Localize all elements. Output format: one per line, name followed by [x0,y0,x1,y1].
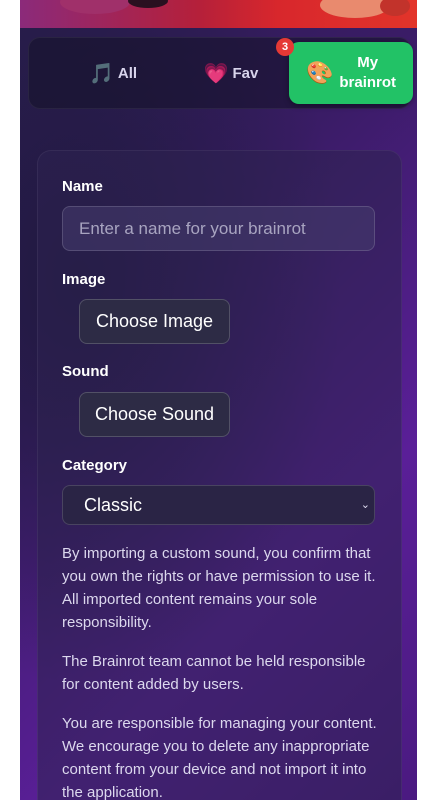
name-label: Name [62,178,103,195]
header-banner-image [20,0,417,28]
my-brainrot-count-badge: 3 [276,38,294,56]
category-select[interactable]: Classic ⌄ [62,485,375,525]
rights-disclaimer-text: By importing a custom sound, you confirm… [62,545,376,631]
category-selected-value: Classic [84,494,143,515]
tab-bar: 🎵 All 💗 Fav 3 🎨 My brainrot [28,37,413,109]
sound-label: Sound [62,363,109,380]
heart-icon: 💗 [203,62,229,85]
tab-all[interactable]: 🎵 All [53,38,173,108]
tab-fav-label: Fav [232,64,259,82]
name-input[interactable] [62,206,375,251]
image-label: Image [62,271,106,288]
palette-icon: 🎨 [305,60,334,85]
tab-fav[interactable]: 💗 Fav [171,38,291,108]
tab-my-brainrot[interactable]: 🎨 My brainrot [289,42,413,104]
content-management-disclaimer-text: You are responsible for managing your co… [62,715,377,800]
choose-image-button[interactable]: Choose Image [79,299,230,344]
tab-my-brainrot-label: My brainrot [339,54,397,91]
choose-sound-button[interactable]: Choose Sound [79,392,230,437]
responsibility-disclaimer-text: The Brainrot team cannot be held respons… [62,653,366,693]
chevron-down-icon: ⌄ [360,499,370,511]
app-screen: 🎵 All 💗 Fav 3 🎨 My brainrot Name Image C… [20,0,417,800]
tab-all-label: All [117,64,138,82]
category-label: Category [62,457,128,474]
music-note-icon: 🎵 [88,62,114,85]
